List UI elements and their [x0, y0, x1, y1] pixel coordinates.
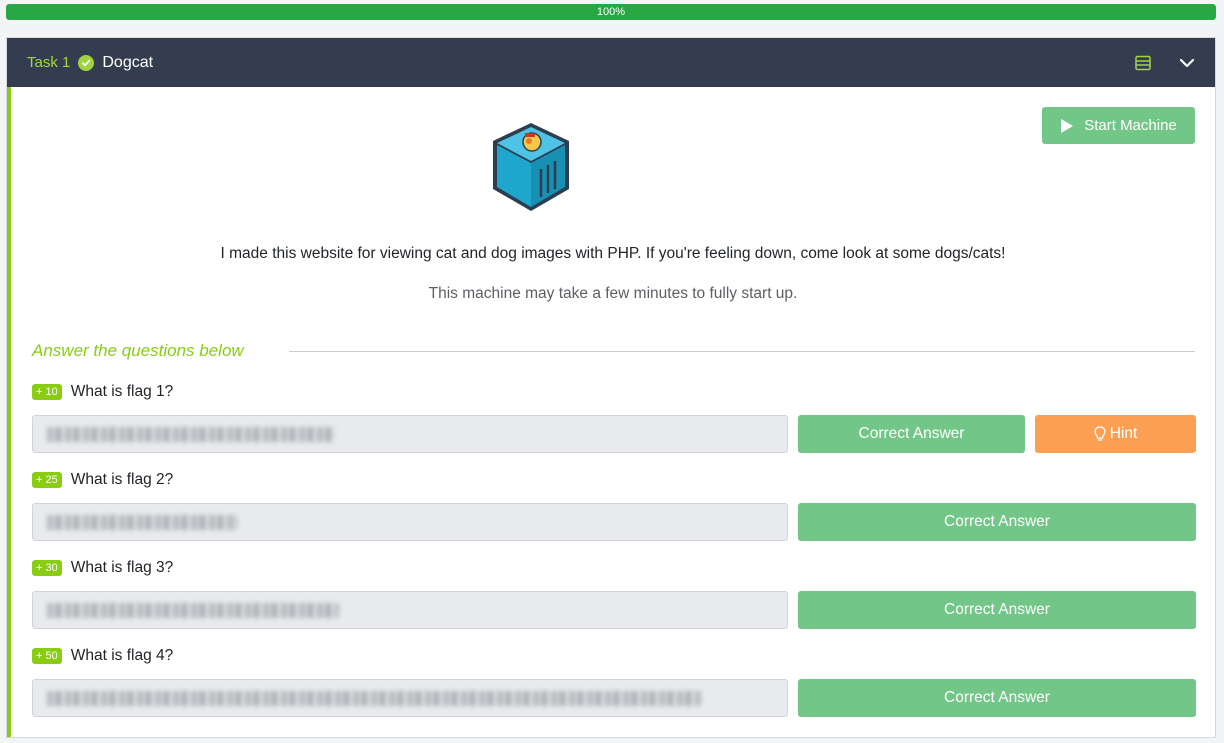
redacted-answer — [47, 515, 237, 530]
progress-bar: 100% — [6, 4, 1216, 20]
room-description: I made this website for viewing cat and … — [220, 245, 1006, 262]
check-circle-icon — [78, 54, 95, 71]
answer-field-4[interactable] — [32, 679, 788, 717]
play-icon — [1061, 118, 1074, 133]
server-icon[interactable] — [1135, 55, 1151, 71]
correct-answer-button-4[interactable]: Correct Answer — [798, 679, 1196, 717]
points-badge: + 10 — [32, 384, 62, 400]
answer-field-1[interactable] — [32, 415, 788, 453]
question-text: What is flag 4? — [70, 647, 174, 664]
question-1: + 10 What is flag 1? — [32, 383, 173, 401]
points-badge: + 50 — [32, 648, 62, 664]
chevron-down-icon[interactable] — [1179, 58, 1195, 68]
redacted-answer — [47, 603, 339, 618]
task-body: Start Machine I made this website for vi… — [7, 87, 1215, 737]
progress-fill: 100% — [6, 4, 1216, 20]
start-machine-label: Start Machine — [1084, 117, 1177, 134]
points-badge: + 25 — [32, 472, 62, 488]
answer-field-2[interactable] — [32, 503, 788, 541]
redacted-answer — [47, 427, 335, 442]
question-text: What is flag 1? — [70, 383, 174, 400]
hint-button[interactable]: Hint — [1035, 415, 1196, 453]
question-4: + 50 What is flag 4? — [32, 647, 173, 665]
start-machine-button[interactable]: Start Machine — [1042, 107, 1195, 144]
redacted-answer — [47, 691, 701, 706]
task-title: Dogcat — [102, 53, 154, 71]
hint-label: Hint — [1109, 425, 1138, 442]
correct-answer-button-3[interactable]: Correct Answer — [798, 591, 1196, 629]
room-note: This machine may take a few minutes to f… — [428, 285, 798, 302]
questions-heading: Answer the questions below — [32, 341, 244, 360]
question-2: + 25 What is flag 2? — [32, 471, 173, 489]
points-badge: + 30 — [32, 560, 62, 576]
answer-field-3[interactable] — [32, 591, 788, 629]
question-3: + 30 What is flag 3? — [32, 559, 173, 577]
question-text: What is flag 2? — [70, 471, 174, 488]
task-header[interactable]: Task 1 Dogcat — [7, 38, 1215, 87]
progress-label: 100% — [596, 6, 626, 18]
correct-answer-button-2[interactable]: Correct Answer — [798, 503, 1196, 541]
correct-answer-button-1[interactable]: Correct Answer — [798, 415, 1025, 453]
lightbulb-icon — [1094, 426, 1106, 441]
task-card: Task 1 Dogcat Start Machine I made this … — [6, 37, 1216, 738]
question-text: What is flag 3? — [70, 559, 174, 576]
divider — [289, 351, 1195, 352]
task-number: Task 1 — [27, 54, 71, 71]
room-logo — [493, 123, 569, 211]
